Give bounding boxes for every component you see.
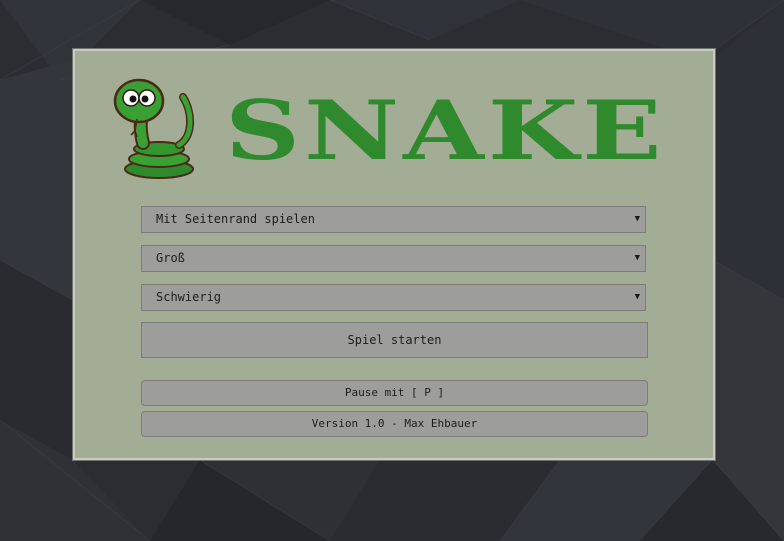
chevron-down-icon: ▼ — [634, 214, 640, 224]
border-mode-select[interactable]: Mit Seitenrand spielen ▼ — [141, 206, 646, 233]
game-menu-panel: SNAKE Mit Seitenrand spielen ▼ Groß ▼ Sc… — [73, 49, 715, 460]
snake-mascot-icon — [113, 78, 194, 179]
game-title: SNAKE — [225, 82, 666, 179]
difficulty-select[interactable]: Schwierig ▼ — [141, 284, 646, 311]
version-info: Version 1.0 - Max Ehbauer — [141, 411, 648, 437]
start-game-button[interactable]: Spiel starten — [141, 322, 648, 358]
chevron-down-icon: ▼ — [634, 292, 640, 302]
field-size-value: Groß — [156, 251, 185, 265]
difficulty-value: Schwierig — [156, 290, 222, 304]
border-mode-value: Mit Seitenrand spielen — [156, 212, 315, 226]
pause-hint: Pause mit [ P ] — [141, 380, 648, 406]
chevron-down-icon: ▼ — [634, 253, 640, 263]
field-size-select[interactable]: Groß ▼ — [141, 245, 646, 272]
